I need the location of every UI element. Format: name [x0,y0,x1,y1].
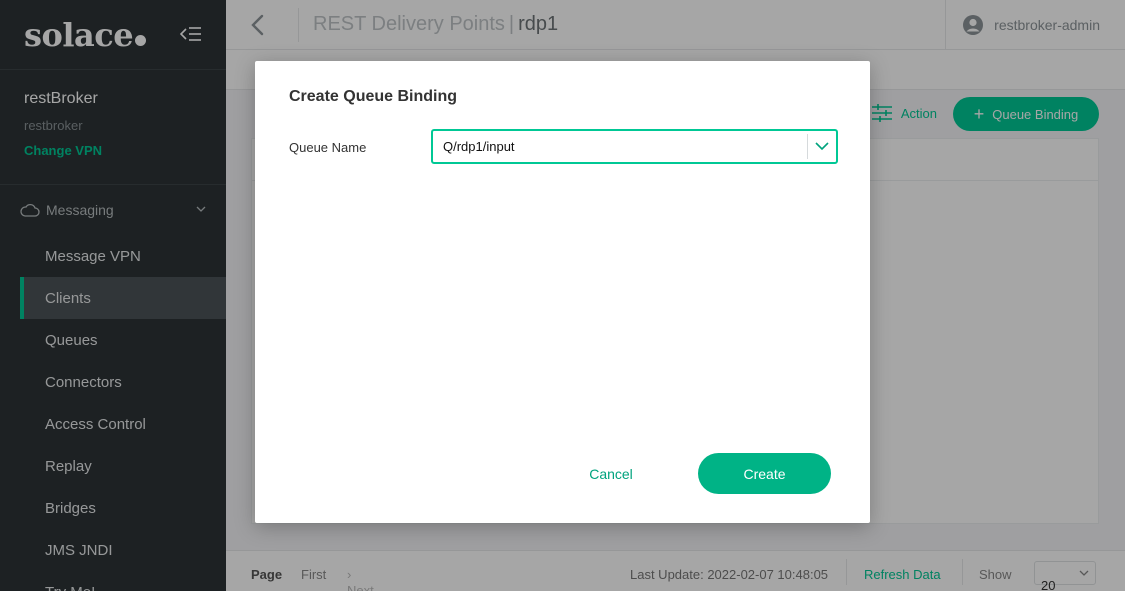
combo-divider [807,134,808,159]
cancel-button[interactable]: Cancel [573,454,649,494]
dialog-title: Create Queue Binding [289,88,458,105]
create-button[interactable]: Create [698,453,831,494]
chevron-down-icon[interactable] [815,141,829,151]
queue-name-input[interactable] [443,131,803,162]
queue-name-label: Queue Name [289,140,367,155]
create-queue-binding-dialog: Create Queue Binding Queue Name Cancel C… [255,61,870,523]
queue-name-combobox[interactable] [431,129,838,164]
